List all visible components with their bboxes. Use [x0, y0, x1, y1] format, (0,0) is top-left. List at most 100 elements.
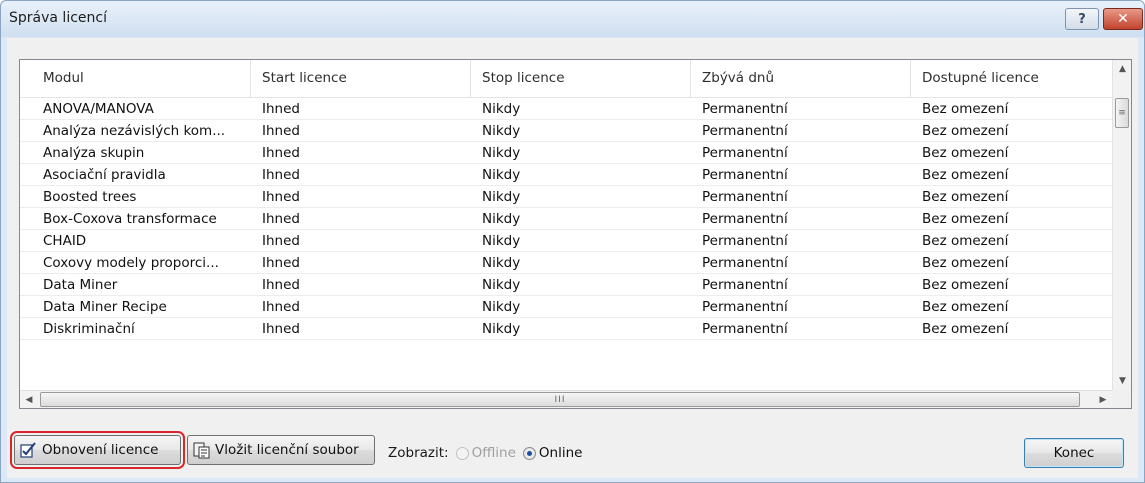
- table-cell: Ihned: [262, 211, 300, 227]
- column-header-start[interactable]: Start licence: [256, 60, 471, 97]
- table-cell: Nikdy: [482, 277, 521, 293]
- table-cell: Nikdy: [482, 321, 521, 337]
- column-header-available[interactable]: Dostupné licence: [916, 60, 1112, 97]
- table-cell: Nikdy: [482, 233, 521, 249]
- table-cell: Permanentní: [702, 255, 788, 271]
- table-cell: Coxovy modely proporci...: [43, 255, 219, 271]
- title-bar: Správa licencí ? ✕: [1, 1, 1144, 37]
- table-row[interactable]: ANOVA/MANOVA Ihned Nikdy Permanentní Bez ome…: [20, 98, 1112, 120]
- column-header-module[interactable]: Modul: [37, 60, 251, 97]
- table-cell: Ihned: [262, 233, 300, 249]
- table-row[interactable]: CHAID Ihned Nikdy Permanentní Bez omezení: [20, 230, 1112, 252]
- table-cell: Ihned: [262, 123, 300, 139]
- table-body: ANOVA/MANOVA Ihned Nikdy Permanentní Bez ome…: [20, 98, 1112, 388]
- table-row[interactable]: Diskriminační Ihned Nikdy Permanentní Bez om…: [20, 318, 1112, 340]
- table-cell: Bez omezení: [922, 101, 1009, 117]
- column-header-stop[interactable]: Stop licence: [476, 60, 691, 97]
- scroll-up-icon[interactable]: ▲: [1113, 60, 1131, 78]
- table-cell: Bez omezení: [922, 299, 1009, 315]
- paste-document-icon: [193, 441, 211, 459]
- table-cell: Permanentní: [702, 321, 788, 337]
- display-mode-group: Zobrazit: Offline Online: [388, 443, 582, 463]
- online-label: Online: [538, 445, 583, 461]
- table-cell: Nikdy: [482, 255, 521, 271]
- table-cell: Data Miner Recipe: [43, 299, 167, 315]
- table-cell: Permanentní: [702, 211, 788, 227]
- table-row[interactable]: Coxovy modely proporci... Ihned Nikdy Perma…: [20, 252, 1112, 274]
- scroll-right-icon[interactable]: ▶: [1094, 391, 1112, 408]
- table-row[interactable]: Box-Coxova transformace Ihned Nikdy Permane…: [20, 208, 1112, 230]
- table-cell: Asociační pravidla: [43, 167, 166, 183]
- scroll-down-icon[interactable]: ▼: [1113, 372, 1131, 390]
- table-cell: CHAID: [43, 233, 87, 249]
- table-cell: Nikdy: [482, 299, 521, 315]
- table-cell: Data Miner: [43, 277, 118, 293]
- table-cell: Bez omezení: [922, 321, 1009, 337]
- close-dialog-label: Konec: [1053, 445, 1095, 461]
- table-cell: Permanentní: [702, 189, 788, 205]
- scroll-left-icon[interactable]: ◀: [20, 391, 38, 408]
- help-button[interactable]: ?: [1065, 8, 1099, 30]
- table-row[interactable]: Data Miner Ihned Nikdy Permanentní Bez omeze…: [20, 274, 1112, 296]
- table-row[interactable]: Data Miner Recipe Ihned Nikdy Permanentní Be…: [20, 296, 1112, 318]
- license-manager-window: Správa licencí ? ✕ Modul Start licence S…: [0, 0, 1145, 483]
- offline-radio[interactable]: [455, 446, 469, 460]
- online-radio[interactable]: [522, 446, 536, 460]
- table-cell: Bez omezení: [922, 277, 1009, 293]
- insert-license-file-button[interactable]: Vložit licenční soubor: [187, 435, 375, 465]
- table-cell: Bez omezení: [922, 189, 1009, 205]
- window-title: Správa licencí: [9, 10, 107, 26]
- help-icon: ?: [1078, 11, 1086, 27]
- table-row[interactable]: Asociační pravidla Ihned Nikdy Permanentní B…: [20, 164, 1112, 186]
- table-cell: Permanentní: [702, 145, 788, 161]
- table-cell: Permanentní: [702, 277, 788, 293]
- renew-license-icon: [20, 441, 38, 459]
- close-dialog-button[interactable]: Konec: [1024, 438, 1124, 468]
- table-row[interactable]: Analýza skupin Ihned Nikdy Permanentní Bez o…: [20, 142, 1112, 164]
- horizontal-scrollbar[interactable]: ◀ III ▶: [20, 390, 1112, 408]
- close-button[interactable]: ✕: [1103, 8, 1143, 30]
- insert-license-file-label: Vložit licenční soubor: [215, 442, 359, 458]
- table-cell: Permanentní: [702, 101, 788, 117]
- renew-license-button[interactable]: Obnovení licence: [10, 431, 185, 469]
- table-row[interactable]: Analýza nezávislých kom... Ihned Nikdy Perm…: [20, 120, 1112, 142]
- display-mode-label: Zobrazit:: [388, 445, 449, 461]
- table-cell: Diskriminační: [43, 321, 135, 337]
- renew-license-label: Obnovení licence: [42, 442, 159, 458]
- table-cell: Permanentní: [702, 167, 788, 183]
- license-table[interactable]: Modul Start licence Stop licence Zbývá d…: [19, 59, 1132, 409]
- table-cell: Nikdy: [482, 101, 521, 117]
- table-cell: Nikdy: [482, 211, 521, 227]
- table-cell: Ihned: [262, 299, 300, 315]
- table-cell: Ihned: [262, 321, 300, 337]
- table-cell: Ihned: [262, 167, 300, 183]
- table-cell: Permanentní: [702, 233, 788, 249]
- dialog-body: Modul Start licence Stop licence Zbývá d…: [7, 38, 1138, 478]
- table-cell: Nikdy: [482, 145, 521, 161]
- column-header-days-left[interactable]: Zbývá dnů: [696, 60, 911, 97]
- table-cell: Bez omezení: [922, 167, 1009, 183]
- table-cell: Ihned: [262, 101, 300, 117]
- table-cell: Bez omezení: [922, 123, 1009, 139]
- table-cell: Box-Coxova transformace: [43, 211, 217, 227]
- table-cell: Boosted trees: [43, 189, 137, 205]
- table-cell: Bez omezení: [922, 233, 1009, 249]
- table-cell: Ihned: [262, 255, 300, 271]
- table-header: Modul Start licence Stop licence Zbývá d…: [20, 60, 1112, 98]
- table-cell: Nikdy: [482, 123, 521, 139]
- table-cell: Nikdy: [482, 167, 521, 183]
- table-cell: Bez omezení: [922, 255, 1009, 271]
- table-cell: Permanentní: [702, 299, 788, 315]
- table-cell: Ihned: [262, 189, 300, 205]
- table-cell: Analýza nezávislých kom...: [43, 123, 226, 139]
- table-cell: ANOVA/MANOVA: [43, 101, 154, 117]
- offline-label: Offline: [471, 445, 516, 461]
- close-icon: ✕: [1117, 11, 1129, 27]
- vertical-scroll-thumb[interactable]: ≡: [1115, 98, 1129, 128]
- vertical-scrollbar[interactable]: ▲ ≡ ▼: [1112, 60, 1131, 390]
- table-row[interactable]: Boosted trees Ihned Nikdy Permanentní Bez om…: [20, 186, 1112, 208]
- horizontal-scroll-thumb[interactable]: III: [40, 392, 1080, 407]
- table-cell: Ihned: [262, 145, 300, 161]
- table-cell: Bez omezení: [922, 145, 1009, 161]
- table-cell: Bez omezení: [922, 211, 1009, 227]
